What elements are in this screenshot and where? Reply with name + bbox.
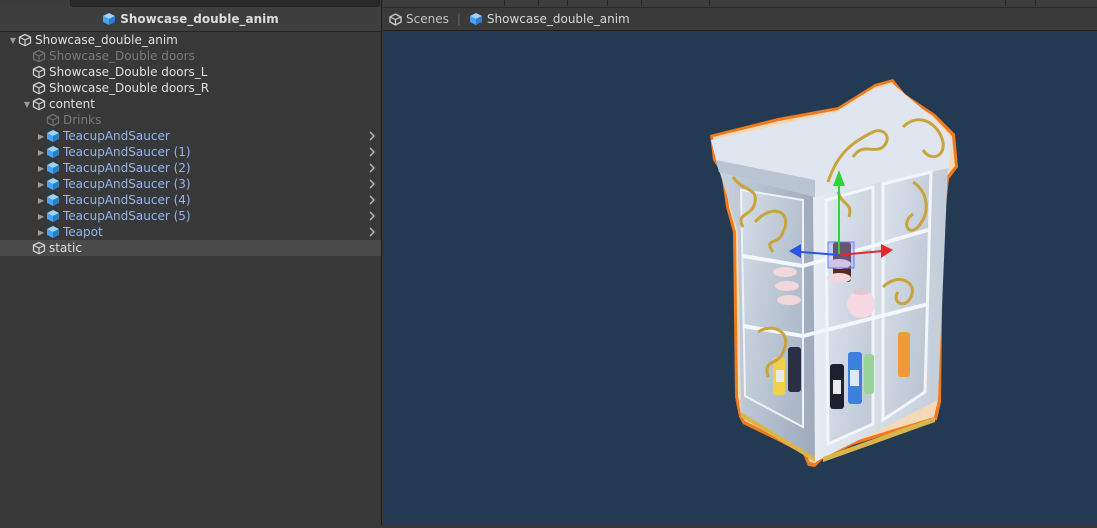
foldout-closed-icon[interactable]: ▶ bbox=[36, 208, 46, 224]
prefab-cube-icon bbox=[47, 162, 59, 174]
hierarchy-row[interactable]: ▶ TeacupAndSaucer (1) bbox=[0, 144, 381, 160]
hierarchy-row[interactable]: ▶ TeacupAndSaucer bbox=[0, 128, 381, 144]
foldout-closed-icon[interactable]: ▶ bbox=[36, 128, 46, 144]
foldout-closed-icon[interactable]: ▶ bbox=[36, 144, 46, 160]
chevron-right-icon[interactable] bbox=[367, 144, 377, 160]
hierarchy-row[interactable]: ▶ Teapot bbox=[0, 224, 381, 240]
scene-breadcrumb: Scenes | Showcase_double_anim bbox=[383, 8, 1097, 31]
prefab-cube-icon bbox=[47, 194, 59, 206]
foldout-open-icon[interactable]: ▼ bbox=[22, 96, 32, 112]
cube-outline-icon bbox=[18, 33, 32, 47]
foldout-closed-icon[interactable]: ▶ bbox=[36, 176, 46, 192]
hierarchy-row[interactable]: ▶ TeacupAndSaucer (5) bbox=[0, 208, 381, 224]
hierarchy-row-label: TeacupAndSaucer bbox=[63, 129, 170, 143]
chevron-right-icon[interactable] bbox=[367, 224, 377, 240]
chevron-right-icon[interactable] bbox=[367, 176, 377, 192]
hierarchy-row-label: TeacupAndSaucer (3) bbox=[63, 177, 191, 191]
toolbar-button[interactable] bbox=[1009, 0, 1036, 6]
prefab-header: Showcase_double_anim bbox=[0, 7, 381, 32]
hierarchy-row-label: Showcase_Double doors_L bbox=[49, 65, 208, 79]
cube-outline-icon bbox=[32, 97, 46, 111]
hierarchy-row-label: Showcase_Double doors_R bbox=[49, 81, 210, 95]
hierarchy-row[interactable]: ▼ Showcase_double_anim bbox=[0, 32, 381, 48]
prefab-cube-icon bbox=[103, 13, 116, 25]
scene-toolbar bbox=[383, 0, 1097, 8]
hierarchy-row-label: TeacupAndSaucer (5) bbox=[63, 209, 191, 223]
toolbar-button[interactable] bbox=[975, 0, 1006, 6]
chevron-right-icon[interactable] bbox=[367, 192, 377, 208]
hierarchy-row-label: static bbox=[49, 241, 82, 255]
hierarchy-panel: Showcase_double_anim ▼ Showcase_double_an… bbox=[0, 0, 382, 525]
foldout-open-icon[interactable]: ▼ bbox=[8, 32, 18, 48]
toolbar-button[interactable] bbox=[611, 0, 642, 6]
chevron-right-icon[interactable] bbox=[367, 160, 377, 176]
cube-outline-icon bbox=[32, 241, 46, 255]
hierarchy-row-label: TeacupAndSaucer (1) bbox=[63, 145, 191, 159]
hierarchy-row-label: TeacupAndSaucer (2) bbox=[63, 161, 191, 175]
cube-outline-icon bbox=[32, 65, 46, 79]
prefab-cube-icon bbox=[47, 146, 59, 158]
hierarchy-search-field[interactable] bbox=[70, 0, 380, 7]
toolbar-button[interactable] bbox=[508, 0, 539, 6]
cube-outline-icon bbox=[32, 49, 46, 63]
hierarchy-row[interactable]: static bbox=[0, 240, 381, 256]
toolbar-button[interactable] bbox=[645, 0, 710, 6]
right-door-glass bbox=[881, 170, 933, 423]
foldout-spacer bbox=[22, 80, 32, 96]
hierarchy-row-label: Drinks bbox=[63, 113, 102, 127]
foldout-spacer bbox=[22, 64, 32, 80]
hierarchy-row[interactable]: ▼ content bbox=[0, 96, 381, 112]
scene-render bbox=[710, 79, 958, 467]
hierarchy-row-label: Showcase_double_anim bbox=[35, 33, 178, 47]
breadcrumb-prefab[interactable]: Showcase_double_anim bbox=[487, 12, 630, 26]
breadcrumb-scenes[interactable]: Scenes bbox=[406, 12, 449, 26]
hierarchy-row-label: Teapot bbox=[63, 225, 103, 239]
prefab-title: Showcase_double_anim bbox=[120, 12, 279, 26]
hierarchy-row[interactable]: ▶ TeacupAndSaucer (2) bbox=[0, 160, 381, 176]
chevron-right-icon[interactable] bbox=[367, 128, 377, 144]
cube-outline-icon bbox=[46, 113, 60, 127]
scene-viewport[interactable] bbox=[383, 32, 1097, 525]
prefab-cube-icon bbox=[47, 226, 59, 238]
hierarchy-row[interactable]: ▶ TeacupAndSaucer (4) bbox=[0, 192, 381, 208]
hierarchy-row[interactable]: ▶ TeacupAndSaucer (3) bbox=[0, 176, 381, 192]
foldout-spacer bbox=[22, 48, 32, 64]
foldout-closed-icon[interactable]: ▶ bbox=[36, 160, 46, 176]
prefab-cube-icon bbox=[47, 210, 59, 222]
unity-logo-icon bbox=[389, 12, 402, 26]
hierarchy-row[interactable]: Showcase_Double doors_R bbox=[0, 80, 381, 96]
hierarchy-row-label: Showcase_Double doors bbox=[49, 49, 195, 63]
prefab-cube-icon bbox=[469, 13, 482, 25]
hierarchy-row[interactable]: Drinks bbox=[0, 112, 381, 128]
toolbar-button[interactable] bbox=[571, 0, 608, 6]
hierarchy-row-label: content bbox=[49, 97, 95, 111]
cube-outline-icon bbox=[32, 81, 46, 95]
prefab-cube-icon bbox=[47, 130, 59, 142]
showcase-cabinet[interactable] bbox=[710, 79, 958, 467]
foldout-spacer bbox=[36, 112, 46, 128]
foldout-spacer bbox=[22, 240, 32, 256]
chevron-right-icon[interactable] bbox=[367, 208, 377, 224]
foldout-closed-icon[interactable]: ▶ bbox=[36, 224, 46, 240]
scene-panel: Scenes | Showcase_double_anim bbox=[383, 0, 1097, 525]
toolbar-button[interactable] bbox=[543, 0, 568, 6]
toolbar-divider bbox=[503, 0, 505, 6]
hierarchy-row[interactable]: Showcase_Double doors_L bbox=[0, 64, 381, 80]
hierarchy-toolbar bbox=[0, 0, 381, 7]
hierarchy-row[interactable]: Showcase_Double doors bbox=[0, 48, 381, 64]
prefab-cube-icon bbox=[47, 178, 59, 190]
foldout-closed-icon[interactable]: ▶ bbox=[36, 192, 46, 208]
hierarchy-row-label: TeacupAndSaucer (4) bbox=[63, 193, 191, 207]
breadcrumb-separator: | bbox=[456, 12, 461, 26]
